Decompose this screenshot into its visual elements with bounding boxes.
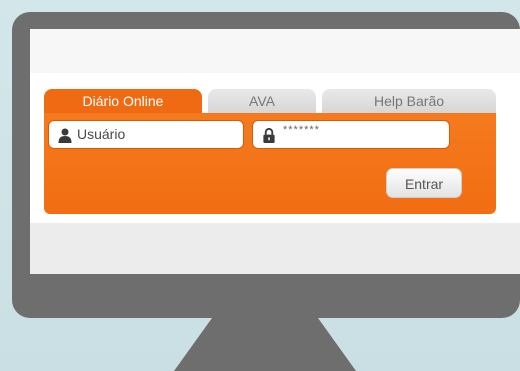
user-icon (58, 128, 72, 143)
tab-ava[interactable]: AVA (208, 89, 316, 113)
enter-button[interactable]: Entrar (386, 168, 462, 198)
username-input[interactable] (77, 126, 237, 142)
monitor-screen: Diário Online AVA Help Barão ******* Ent… (30, 29, 520, 274)
password-masked-value: ******* (283, 124, 320, 136)
tab-diario-online[interactable]: Diário Online (44, 89, 202, 113)
username-field[interactable] (48, 120, 244, 149)
login-form: ******* Entrar (44, 113, 496, 214)
tab-help-barao[interactable]: Help Barão (322, 89, 496, 113)
monitor-stand (174, 318, 356, 371)
password-field[interactable]: ******* (252, 120, 450, 149)
lock-icon (263, 128, 275, 143)
screen-footer-band (30, 223, 520, 274)
login-panel: Diário Online AVA Help Barão ******* Ent… (44, 89, 496, 214)
